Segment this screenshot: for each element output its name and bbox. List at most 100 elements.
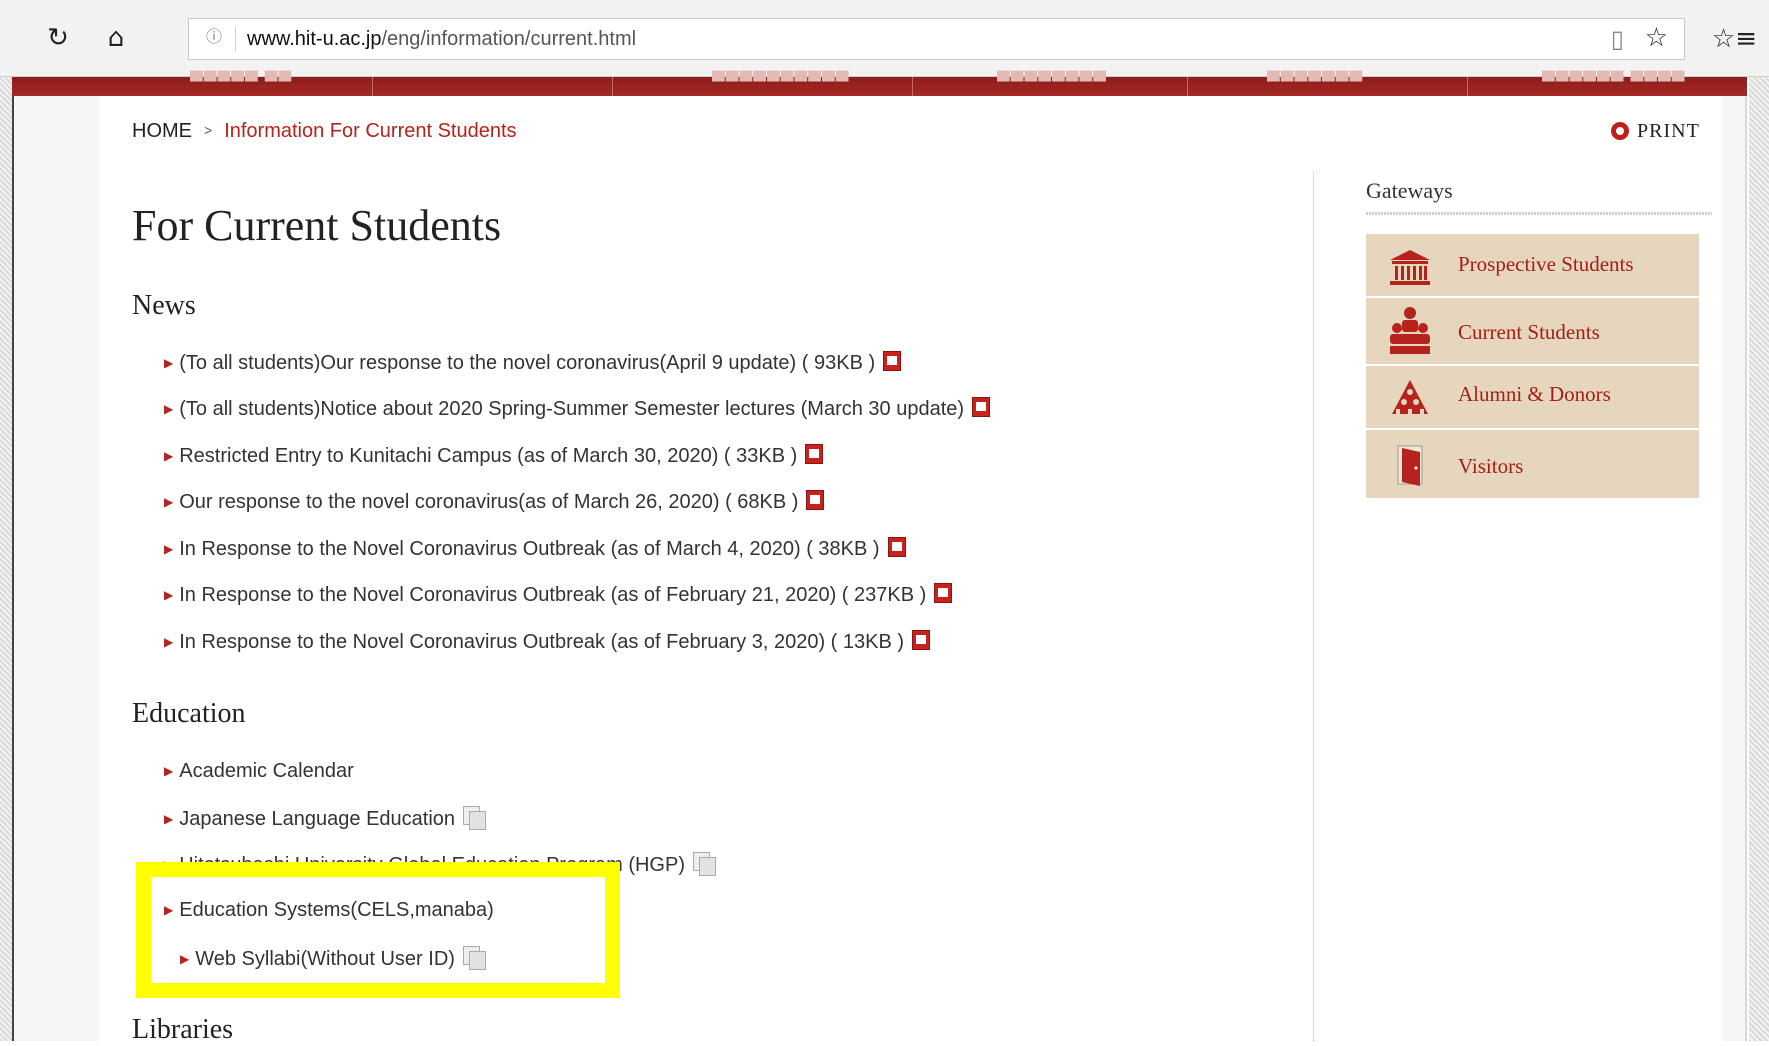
education-item[interactable]: ▶ Japanese Language Education <box>164 806 487 831</box>
nav-divider <box>912 77 913 96</box>
address-bar[interactable]: ⓘ www.hit-u.ac.jp/eng/information/curren… <box>188 18 1685 60</box>
right-gutter <box>1722 96 1745 1041</box>
news-item-text[interactable]: In Response to the Novel Coronavirus Out… <box>179 538 879 560</box>
column-divider <box>1313 172 1314 1041</box>
nav-item-clipped[interactable]: ▀▀▀▀▀▀▀▀▀▀ <box>712 71 850 92</box>
nav-item-clipped[interactable]: ▀▀▀▀▀ ▀▀ <box>190 71 292 92</box>
bullet-triangle-icon: ▶ <box>180 952 190 966</box>
nav-divider <box>1187 77 1188 96</box>
page-background-left <box>0 77 12 1041</box>
bullet-triangle-icon: ▶ <box>164 356 174 370</box>
bullet-triangle-icon: ▶ <box>164 542 174 556</box>
home-icon[interactable]: ⌂ <box>100 22 132 54</box>
print-icon <box>1611 122 1629 140</box>
bullet-triangle-icon: ▶ <box>164 449 174 463</box>
news-item[interactable]: ▶ (To all students)Our response to the no… <box>164 351 902 375</box>
external-window-icon <box>693 852 716 876</box>
education-item[interactable]: ▶ Hitotsubashi University Global Educatio… <box>164 852 716 877</box>
nav-item-clipped[interactable]: ▀▀▀▀▀▀ ▀▀▀▀ <box>1542 71 1686 92</box>
bullet-triangle-icon: ▶ <box>164 402 174 416</box>
global-nav-bar: ▀▀▀▀▀ ▀▀ ▀▀▀▀▀▀▀▀▀▀ ▀▀▀▀▀▀▀▀ ▀▀▀▀▀▀▀ ▀▀▀… <box>12 71 1747 96</box>
url-path: /eng/information/current.html <box>381 28 637 50</box>
pdf-icon <box>912 630 931 650</box>
page-title: For Current Students <box>132 201 502 250</box>
breadcrumb-current: Information For Current Students <box>224 120 517 142</box>
reading-view-icon[interactable]: ▯ <box>1611 25 1624 53</box>
url-text[interactable]: www.hit-u.ac.jp/eng/information/current.… <box>247 28 636 51</box>
breadcrumb: HOME > Information For Current Students <box>132 120 517 143</box>
education-item-text[interactable]: Education Systems(CELS,manaba) <box>179 899 494 921</box>
nav-item-clipped[interactable]: ▀▀▀▀▀▀▀▀ <box>997 71 1107 92</box>
highlight-box <box>136 862 620 998</box>
bullet-triangle-icon: ▶ <box>164 903 174 917</box>
favorites-list-icon[interactable]: ☆≡ <box>1712 24 1757 54</box>
education-item-text[interactable]: Japanese Language Education <box>179 808 455 830</box>
nav-divider <box>612 77 613 96</box>
bullet-triangle-icon: ▶ <box>164 812 174 826</box>
pdf-icon <box>806 490 825 510</box>
nav-divider <box>372 77 373 96</box>
gateway-prospective-students[interactable]: Prospective Students <box>1366 234 1699 298</box>
students-icon <box>1390 307 1430 354</box>
gateway-label: Prospective Students <box>1458 252 1634 276</box>
gateways-rule <box>1366 212 1712 215</box>
education-item[interactable]: ▶ Academic Calendar <box>164 760 354 783</box>
browser-toolbar: ↻ ⌂ ⓘ www.hit-u.ac.jp/eng/information/cu… <box>0 0 1769 77</box>
education-item[interactable]: ▶ Education Systems(CELS,manaba) <box>164 899 494 922</box>
bullet-triangle-icon: ▶ <box>164 588 174 602</box>
education-heading: Education <box>132 698 246 729</box>
page-background-right <box>1749 77 1769 1041</box>
pdf-icon <box>887 537 906 557</box>
pdf-icon <box>883 351 902 371</box>
breadcrumb-home[interactable]: HOME <box>132 120 192 142</box>
nav-divider <box>1467 77 1468 96</box>
news-item[interactable]: ▶ (To all students)Notice about 2020 Spri… <box>164 397 991 421</box>
gateway-label: Visitors <box>1458 454 1524 478</box>
news-item-text[interactable]: (To all students)Our response to the nov… <box>179 352 875 374</box>
people-pyramid-icon <box>1392 380 1428 416</box>
print-button[interactable]: PRINT <box>1611 120 1700 143</box>
breadcrumb-separator: > <box>204 122 213 138</box>
gateway-label: Alumni & Donors <box>1458 382 1611 406</box>
libraries-heading: Libraries <box>132 1014 234 1045</box>
pdf-icon <box>934 583 953 603</box>
pdf-icon <box>805 444 824 464</box>
bullet-triangle-icon: ▶ <box>164 858 174 872</box>
news-item-text[interactable]: Our response to the novel coronavirus(as… <box>179 491 798 513</box>
address-separator <box>235 27 236 51</box>
news-item[interactable]: ▶ In Response to the Novel Coronavirus Ou… <box>164 630 931 654</box>
gateway-visitors[interactable]: Visitors <box>1366 430 1699 500</box>
star-icon[interactable]: ☆ <box>1645 23 1668 53</box>
news-item-text[interactable]: In Response to the Novel Coronavirus Out… <box>179 584 926 606</box>
bullet-triangle-icon: ▶ <box>164 635 174 649</box>
education-item-text[interactable]: Web Syllabi(Without User ID) <box>195 948 455 970</box>
gateway-current-students[interactable]: Current Students <box>1366 298 1699 366</box>
education-item-text[interactable]: Academic Calendar <box>179 760 354 782</box>
bullet-triangle-icon: ▶ <box>164 495 174 509</box>
url-domain: www.hit-u.ac.jp <box>247 28 382 50</box>
refresh-icon[interactable]: ↻ <box>42 22 74 54</box>
building-icon <box>1390 250 1430 285</box>
external-window-icon <box>463 806 487 830</box>
news-item[interactable]: ▶ In Response to the Novel Coronavirus Ou… <box>164 583 953 607</box>
news-item[interactable]: ▶ In Response to the Novel Coronavirus Ou… <box>164 537 906 561</box>
education-subitem[interactable]: ▶ Web Syllabi(Without User ID) <box>180 946 486 971</box>
page-border-right <box>1745 77 1747 1041</box>
print-label: PRINT <box>1637 120 1700 142</box>
news-item[interactable]: ▶ Restricted Entry to Kunitachi Campus (a… <box>164 444 824 468</box>
news-item[interactable]: ▶ Our response to the novel coronavirus(a… <box>164 490 825 514</box>
news-item-text[interactable]: (To all students)Notice about 2020 Sprin… <box>179 398 964 420</box>
gateway-alumni-donors[interactable]: Alumni & Donors <box>1366 366 1699 430</box>
nav-item-clipped[interactable]: ▀▀▀▀▀▀▀ <box>1267 71 1363 92</box>
news-item-text[interactable]: In Response to the Novel Coronavirus Out… <box>179 631 904 653</box>
education-item-text[interactable]: Hitotsubashi University Global Education… <box>179 854 685 876</box>
info-icon[interactable]: ⓘ <box>203 26 225 48</box>
news-heading: News <box>132 290 196 321</box>
news-item-text[interactable]: Restricted Entry to Kunitachi Campus (as… <box>179 445 797 467</box>
pdf-icon <box>972 397 991 417</box>
gateway-label: Current Students <box>1458 320 1600 344</box>
door-icon <box>1397 445 1423 486</box>
left-gutter <box>14 96 100 1041</box>
external-window-icon <box>462 946 486 970</box>
gateways-title: Gateways <box>1366 178 1453 203</box>
